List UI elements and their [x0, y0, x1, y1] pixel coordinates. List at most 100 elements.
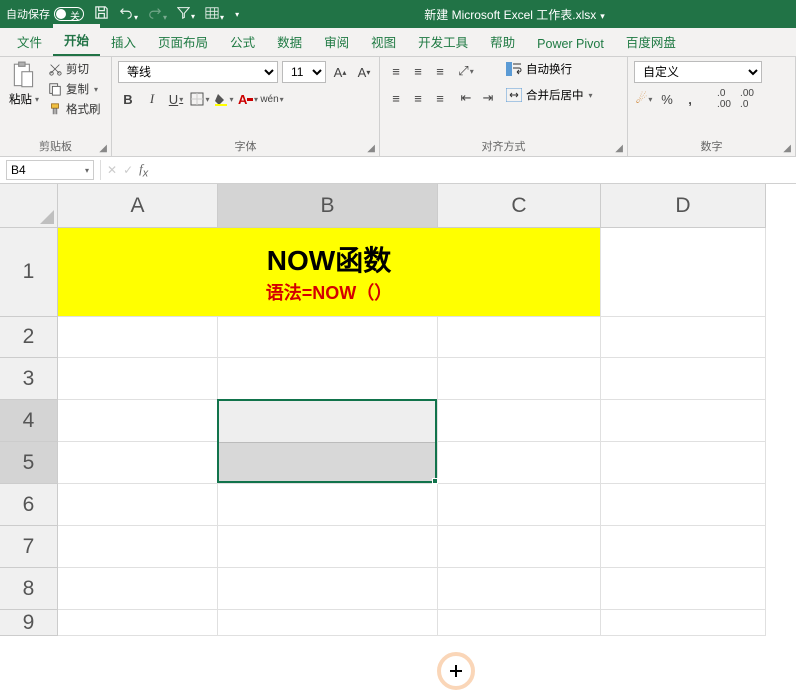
number-format-select[interactable]: 自定义 — [634, 61, 762, 83]
orientation-button[interactable]: ⤢▾ — [456, 61, 476, 81]
bold-button[interactable]: B — [118, 89, 138, 109]
italic-button[interactable]: I — [142, 89, 162, 109]
align-left-icon[interactable]: ≡ — [386, 88, 406, 108]
phonetic-button[interactable]: wén▾ — [262, 89, 282, 109]
align-middle-icon[interactable]: ≡ — [408, 61, 428, 81]
tab-页面布局[interactable]: 页面布局 — [147, 26, 219, 56]
align-launcher-icon[interactable]: ◢ — [615, 143, 623, 154]
align-bottom-icon[interactable]: ≡ — [430, 61, 450, 81]
col-header-A[interactable]: A — [58, 184, 218, 228]
increase-decimal-icon[interactable]: .0.00 — [714, 89, 734, 109]
increase-font-icon[interactable]: A▴ — [330, 62, 350, 82]
font-name-select[interactable]: 等线 — [118, 61, 278, 83]
merge-center-button[interactable]: 合并后居中▾ — [506, 87, 593, 103]
cell-B2[interactable] — [218, 317, 438, 358]
cell-D1[interactable] — [601, 228, 766, 317]
cell-B7[interactable] — [218, 526, 438, 568]
currency-button[interactable]: ☄▾ — [634, 89, 654, 109]
cell-B9[interactable] — [218, 610, 438, 636]
row-header-1[interactable]: 1 — [0, 228, 58, 317]
decrease-indent-icon[interactable]: ⇤ — [456, 88, 476, 108]
tab-视图[interactable]: 视图 — [360, 26, 407, 56]
cancel-formula-icon[interactable]: ✕ — [107, 163, 117, 177]
tab-公式[interactable]: 公式 — [219, 26, 266, 56]
cell-B8[interactable] — [218, 568, 438, 610]
tab-开发工具[interactable]: 开发工具 — [407, 26, 479, 56]
toggle-switch[interactable]: 关 — [54, 7, 84, 21]
decrease-font-icon[interactable]: A▾ — [354, 62, 374, 82]
tab-帮助[interactable]: 帮助 — [479, 26, 526, 56]
merged-title-cell[interactable]: NOW函数语法=NOW（） — [58, 228, 601, 317]
row-header-2[interactable]: 2 — [0, 317, 58, 358]
cell-D4[interactable] — [601, 400, 766, 442]
cell-A7[interactable] — [58, 526, 218, 568]
cell-A8[interactable] — [58, 568, 218, 610]
row-header-9[interactable]: 9 — [0, 610, 58, 636]
font-launcher-icon[interactable]: ◢ — [367, 143, 375, 154]
cell-C3[interactable] — [438, 358, 601, 400]
cell-B3[interactable] — [218, 358, 438, 400]
borders-button[interactable]: ▾ — [190, 89, 210, 109]
select-all-corner[interactable] — [0, 184, 58, 228]
percent-button[interactable]: % — [657, 89, 677, 109]
align-center-icon[interactable]: ≡ — [408, 88, 428, 108]
tab-数据[interactable]: 数据 — [266, 26, 313, 56]
tab-审阅[interactable]: 审阅 — [313, 26, 360, 56]
copy-button[interactable]: 复制▾ — [48, 81, 101, 97]
cell-A3[interactable] — [58, 358, 218, 400]
paste-button[interactable]: 粘贴▾ — [6, 61, 42, 107]
namebox-dropdown-icon[interactable]: ▾ — [85, 166, 89, 175]
cell-C5[interactable] — [438, 442, 601, 484]
number-launcher-icon[interactable]: ◢ — [783, 143, 791, 154]
autosave-toggle[interactable]: 自动保存 关 — [6, 6, 84, 22]
decrease-decimal-icon[interactable]: .00.0 — [737, 89, 757, 109]
row-header-3[interactable]: 3 — [0, 358, 58, 400]
cell-A9[interactable] — [58, 610, 218, 636]
cell-A4[interactable] — [58, 400, 218, 442]
enter-formula-icon[interactable]: ✓ — [123, 163, 133, 177]
cell-C8[interactable] — [438, 568, 601, 610]
comma-button[interactable]: , — [680, 89, 700, 109]
undo-icon[interactable]: ▾ — [119, 6, 138, 23]
tab-百度网盘[interactable]: 百度网盘 — [615, 26, 687, 56]
font-size-select[interactable]: 11 — [282, 61, 326, 83]
filter-icon[interactable]: ▾ — [177, 6, 195, 22]
cell-B6[interactable] — [218, 484, 438, 526]
fill-color-button[interactable]: ▾ — [214, 89, 234, 109]
save-icon[interactable] — [94, 5, 109, 23]
formula-input[interactable] — [156, 160, 796, 180]
cell-C7[interactable] — [438, 526, 601, 568]
col-header-B[interactable]: B — [218, 184, 438, 228]
cell-C2[interactable] — [438, 317, 601, 358]
increase-indent-icon[interactable]: ⇥ — [478, 88, 498, 108]
row-header-8[interactable]: 8 — [0, 568, 58, 610]
row-header-6[interactable]: 6 — [0, 484, 58, 526]
fx-icon[interactable]: fx — [139, 161, 148, 180]
redo-icon[interactable]: ▾ — [148, 6, 167, 23]
cell-A2[interactable] — [58, 317, 218, 358]
align-top-icon[interactable]: ≡ — [386, 61, 406, 81]
cell-A6[interactable] — [58, 484, 218, 526]
cell-D7[interactable] — [601, 526, 766, 568]
align-right-icon[interactable]: ≡ — [430, 88, 450, 108]
cell-D3[interactable] — [601, 358, 766, 400]
cell-A5[interactable] — [58, 442, 218, 484]
title-dropdown-icon[interactable]: ▾ — [600, 11, 605, 21]
format-painter-button[interactable]: 格式刷 — [48, 101, 101, 117]
tab-插入[interactable]: 插入 — [100, 26, 147, 56]
wrap-text-button[interactable]: 自动换行 — [506, 61, 593, 77]
underline-button[interactable]: U▾ — [166, 89, 186, 109]
tab-Power Pivot[interactable]: Power Pivot — [526, 31, 615, 56]
cell-C6[interactable] — [438, 484, 601, 526]
cell-C4[interactable] — [438, 400, 601, 442]
tab-开始[interactable]: 开始 — [53, 24, 100, 56]
selection-range[interactable] — [217, 399, 437, 483]
tab-文件[interactable]: 文件 — [6, 26, 53, 56]
col-header-C[interactable]: C — [438, 184, 601, 228]
cell-D5[interactable] — [601, 442, 766, 484]
name-box[interactable]: B4 ▾ — [6, 160, 94, 180]
cut-button[interactable]: 剪切 — [48, 61, 101, 77]
col-header-D[interactable]: D — [601, 184, 766, 228]
cell-D2[interactable] — [601, 317, 766, 358]
cell-D8[interactable] — [601, 568, 766, 610]
